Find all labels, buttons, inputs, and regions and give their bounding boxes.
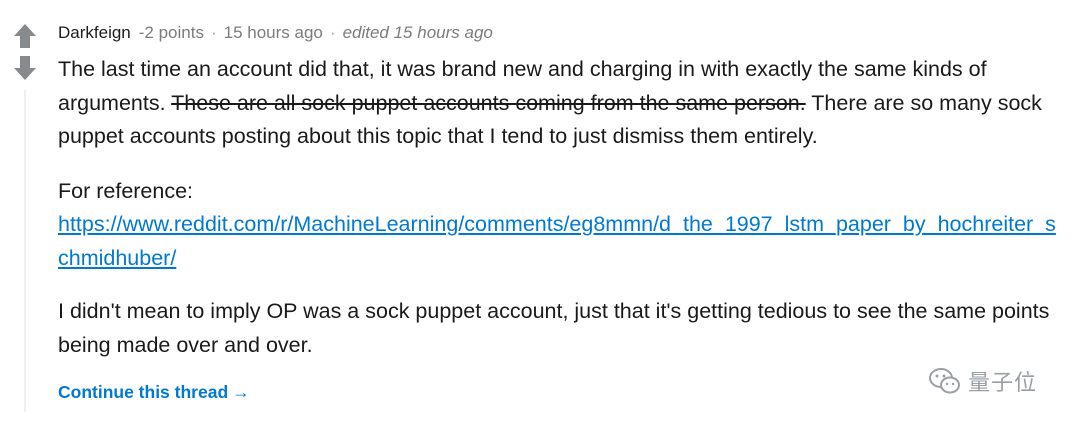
score: -2 points <box>138 23 204 42</box>
paragraph-3: I didn't mean to imply OP was a sock pup… <box>58 295 1058 362</box>
separator-dot: · <box>329 23 336 42</box>
edited-timestamp: edited 15 hours ago <box>342 23 493 42</box>
watermark: 量子位 <box>928 364 1037 398</box>
reference-label: For reference: <box>58 178 194 203</box>
author-link[interactable]: Darkfeign <box>58 23 131 42</box>
text: I didn't mean to imply OP was a sock pup… <box>58 299 1050 357</box>
downvote-arrow-icon <box>14 56 36 80</box>
watermark-text: 量子位 <box>968 370 1038 395</box>
reference-link[interactable]: https://www.reddit.com/r/MachineLearning… <box>58 212 1056 270</box>
struck-text: These are all sock puppet accounts comin… <box>171 90 806 115</box>
arrow-right-icon: → <box>232 382 250 402</box>
upvote-button[interactable] <box>13 23 37 49</box>
continue-thread-label: Continue this thread <box>58 382 229 402</box>
continue-thread-link[interactable]: Continue this thread → <box>58 380 250 404</box>
paragraph-2: For reference: https://www.reddit.com/r/M… <box>58 175 1058 276</box>
separator-dot: · <box>210 23 217 42</box>
downvote-button[interactable] <box>13 55 37 81</box>
vote-column <box>0 0 52 429</box>
thread-collapse-line[interactable] <box>24 90 26 412</box>
paragraph-1: The last time an account did that, it wa… <box>58 53 1058 154</box>
comment-body: The last time an account did that, it wa… <box>58 53 1058 362</box>
reddit-comment-view: Darkfeign -2 points · 15 hours ago · edited 1… <box>0 0 1080 429</box>
timestamp[interactable]: 15 hours ago <box>224 23 323 42</box>
comment-meta: Darkfeign -2 points · 15 hours ago · edited 1… <box>58 18 1058 48</box>
wechat-logo-icon <box>929 368 960 394</box>
comment: Darkfeign -2 points · 15 hours ago · edited 1… <box>58 18 1058 381</box>
upvote-arrow-icon <box>14 24 36 48</box>
